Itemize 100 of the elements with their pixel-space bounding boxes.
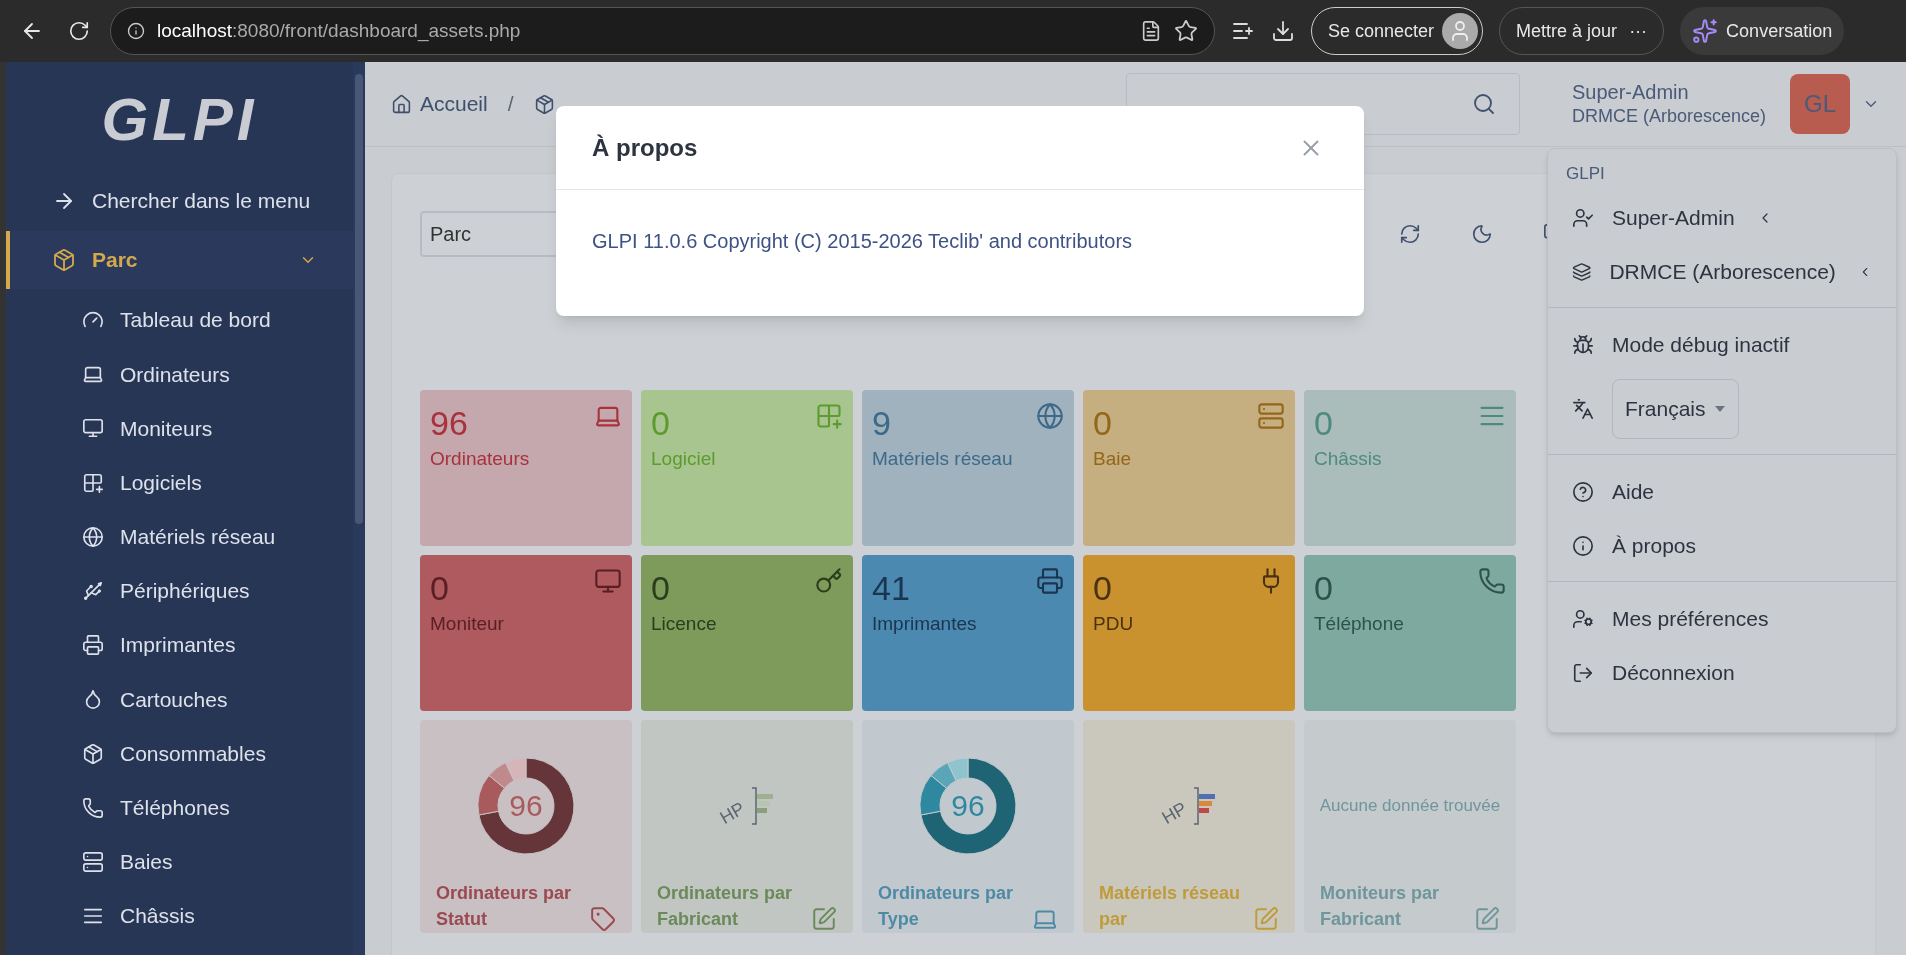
box-icon	[82, 742, 104, 765]
menu-entry[interactable]: À propos	[1548, 519, 1896, 573]
menu-item[interactable]: Matériels réseau	[6, 509, 353, 564]
donut-total: 96	[509, 791, 543, 821]
dialog-title: À propos	[592, 132, 698, 163]
count-value: 0	[1314, 403, 1334, 444]
empty-message: Aucune donnée trouvée	[1319, 795, 1501, 818]
chart-title: Ordinateurs par Fabricant	[657, 882, 794, 931]
menu-entry[interactable]: Déconnexion	[1548, 646, 1896, 700]
count-label: PDU	[1093, 611, 1134, 636]
sparkle-icon	[1692, 18, 1719, 44]
info-icon	[1572, 535, 1594, 557]
count-card[interactable]: 0 PDU	[1083, 555, 1295, 711]
chart-title: Ordinateurs par Statut	[436, 882, 573, 931]
printer-icon	[1036, 567, 1064, 595]
count-value: 41	[872, 568, 911, 609]
caret-icon	[1713, 405, 1726, 413]
count-value: 96	[430, 403, 469, 444]
menu-item[interactable]: Tableau de bord	[6, 293, 353, 348]
count-value: 9	[872, 403, 892, 444]
copilot-button[interactable]: Conversation	[1680, 7, 1845, 55]
bar-chart-drawing	[749, 786, 774, 826]
count-value: 0	[1314, 568, 1334, 609]
count-label: Imprimantes	[872, 611, 977, 636]
address-bar[interactable]: localhost:8080/front/dashboard_assets.php	[110, 7, 1215, 55]
refresh-icon	[1399, 223, 1421, 245]
monitor-icon	[82, 417, 104, 440]
box-icon	[533, 93, 555, 115]
translate-icon	[1572, 398, 1594, 420]
server-icon	[82, 850, 104, 873]
edit-icon	[811, 906, 837, 932]
count-label: Logiciel	[651, 446, 716, 471]
count-label: Châssis	[1314, 446, 1382, 471]
count-card[interactable]: 0 Licence	[641, 555, 853, 711]
menu-entry[interactable]: DRMCE (Arborescence)	[1548, 245, 1896, 299]
menu-item[interactable]: Cartouches	[6, 672, 353, 727]
printer-icon	[82, 634, 104, 657]
menu-search-link[interactable]: Chercher dans le menu	[6, 177, 353, 225]
dark-mode-button[interactable]	[1471, 223, 1493, 245]
breadcrumb-link[interactable]: Accueil	[391, 88, 488, 120]
grid-plus-icon	[815, 402, 843, 430]
bar-chart-drawing	[1191, 786, 1216, 826]
count-label: Ordinateurs	[430, 446, 530, 471]
menu-section[interactable]: Parc	[6, 231, 353, 289]
info-icon	[127, 22, 145, 40]
reader-icon	[1140, 20, 1162, 42]
count-value: 0	[1093, 568, 1113, 609]
axis-label: HP	[715, 797, 750, 830]
menu-entry[interactable]: Mode débug inactif	[1548, 318, 1896, 372]
menu-item[interactable]: Châssis	[6, 889, 353, 944]
menu-item[interactable]: Téléphones	[6, 780, 353, 835]
usb-icon	[82, 580, 104, 603]
chart-title: Ordinateurs par Type	[878, 882, 1015, 931]
count-label: Téléphone	[1314, 611, 1404, 636]
user-check-icon	[1572, 207, 1594, 229]
bug-icon	[1572, 334, 1594, 356]
menu-item[interactable]: Imprimantes	[6, 618, 353, 673]
menu-entry[interactable]: Super-Admin	[1548, 191, 1896, 245]
menu-item[interactable]: Logiciels	[6, 455, 353, 510]
count-value: 0	[1093, 403, 1113, 444]
server-icon	[1257, 402, 1285, 430]
chart-title: Matériels réseau par	[1099, 882, 1242, 931]
search-icon	[1471, 92, 1496, 116]
count-label: Moniteur	[430, 611, 504, 636]
star-icon	[1174, 19, 1198, 43]
user-settings-icon	[1572, 608, 1594, 630]
donut-total: 96	[951, 791, 985, 821]
language-select[interactable]: Français	[1612, 379, 1739, 439]
count-label: Licence	[651, 611, 717, 636]
axis-label: HP	[1157, 797, 1192, 830]
refresh-button[interactable]	[1399, 223, 1421, 245]
logo: GLPI	[101, 84, 258, 155]
globe-icon	[82, 525, 104, 548]
menu-item[interactable]: Moniteurs	[6, 401, 353, 456]
count-label: Baie	[1093, 446, 1132, 471]
menu-heading: GLPI	[1565, 163, 1606, 185]
grid-plus-icon	[82, 471, 104, 494]
menu-item[interactable]: Baies	[6, 834, 353, 890]
breadcrumb-link[interactable]	[533, 93, 555, 115]
phone-icon	[82, 796, 104, 819]
menu-entry[interactable]: Mes préférences	[1548, 592, 1896, 646]
home-icon	[391, 93, 412, 115]
download-icon	[1271, 19, 1295, 43]
count-value: 0	[651, 403, 671, 444]
box-icon	[52, 248, 76, 272]
menu-item[interactable]: Ordinateurs	[6, 347, 353, 402]
reload-icon	[68, 20, 90, 42]
layers-icon	[1572, 261, 1592, 283]
globe-icon	[1036, 402, 1064, 430]
help-icon	[1572, 481, 1594, 503]
menu-item[interactable]: Périphériques	[6, 563, 353, 619]
moon-icon	[1471, 223, 1493, 245]
key-icon	[815, 567, 843, 595]
chart-title: Moniteurs par Fabricant	[1320, 882, 1440, 931]
user-name: Super-Admin	[1571, 80, 1690, 106]
menu-item[interactable]: Consommables	[6, 726, 353, 781]
menu-entry[interactable]: Aide	[1548, 465, 1896, 519]
breadcrumb-separator: /	[506, 91, 515, 118]
edit-icon	[1474, 906, 1500, 932]
tag-icon	[590, 906, 616, 932]
